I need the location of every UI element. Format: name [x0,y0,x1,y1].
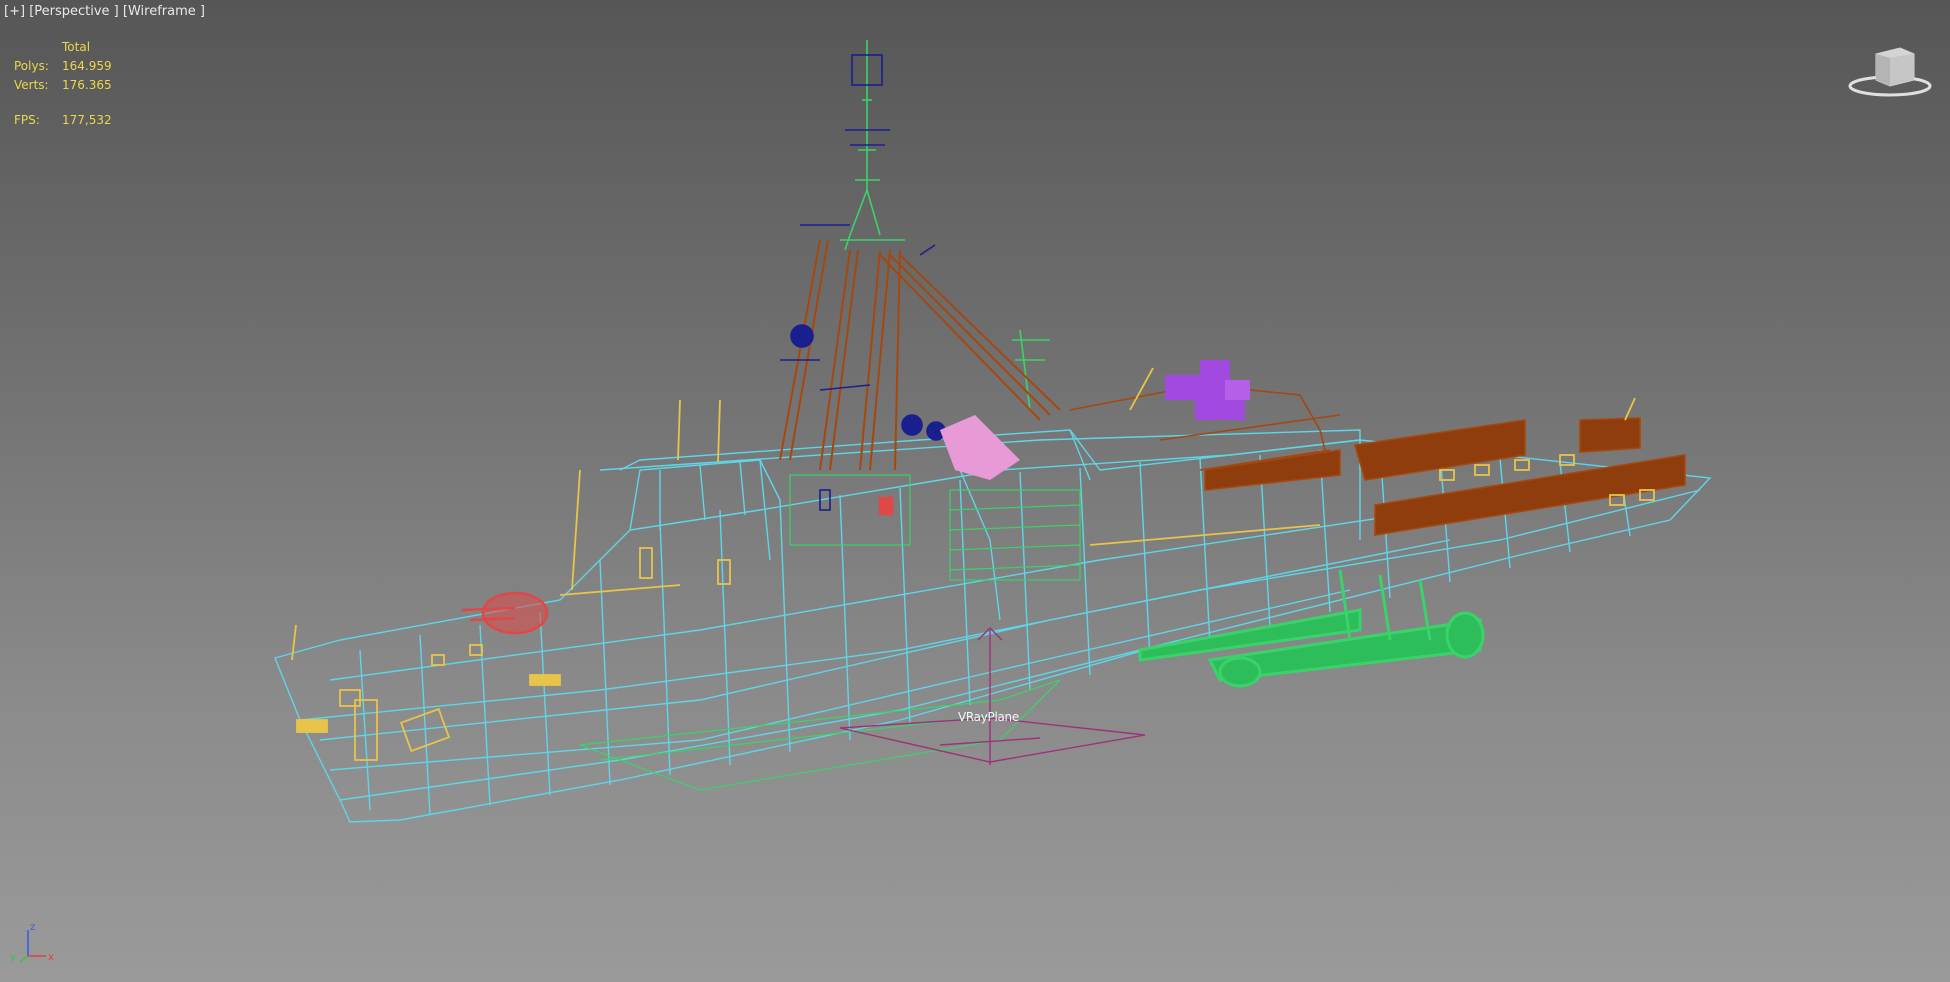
viewport-shading-button[interactable]: [Wireframe ] [123,4,205,19]
polys-label: Polys: [14,59,49,73]
rigging-lines [779,239,1061,471]
viewport-label: [+] [Perspective ] [Wireframe ] [4,4,205,19]
ship-wireframe-scene[interactable] [0,0,1950,982]
propeller-shafts [1138,569,1485,688]
axis-x-label: x [48,952,54,963]
verts-value: 176.365 [62,78,112,92]
viewport-menu-button[interactable]: [+] [4,4,25,19]
stats-header: Total [62,40,91,54]
scene-statistics: Total Polys: 164.959 Verts: 176.365 FPS:… [14,38,142,130]
viewcube-icon[interactable] [1848,40,1932,100]
fps-label: FPS: [14,113,40,127]
vray-plane-label: VRayPlane [958,710,1019,724]
axis-gizmo: z x y [10,922,54,963]
purple-turret [1165,360,1250,420]
bridge-structure [579,474,1081,791]
viewport-view-button[interactable]: [Perspective ] [29,4,119,19]
verts-label: Verts: [14,78,49,92]
axis-y-label: y [10,952,16,963]
fps-value: 177,532 [62,113,112,127]
viewport-perspective[interactable]: [+] [Perspective ] [Wireframe ] Total Po… [0,0,1950,982]
axis-z-label: z [30,922,35,933]
pink-equipment [940,415,1020,480]
polys-value: 164.959 [62,59,112,73]
bow-gun [461,496,894,635]
